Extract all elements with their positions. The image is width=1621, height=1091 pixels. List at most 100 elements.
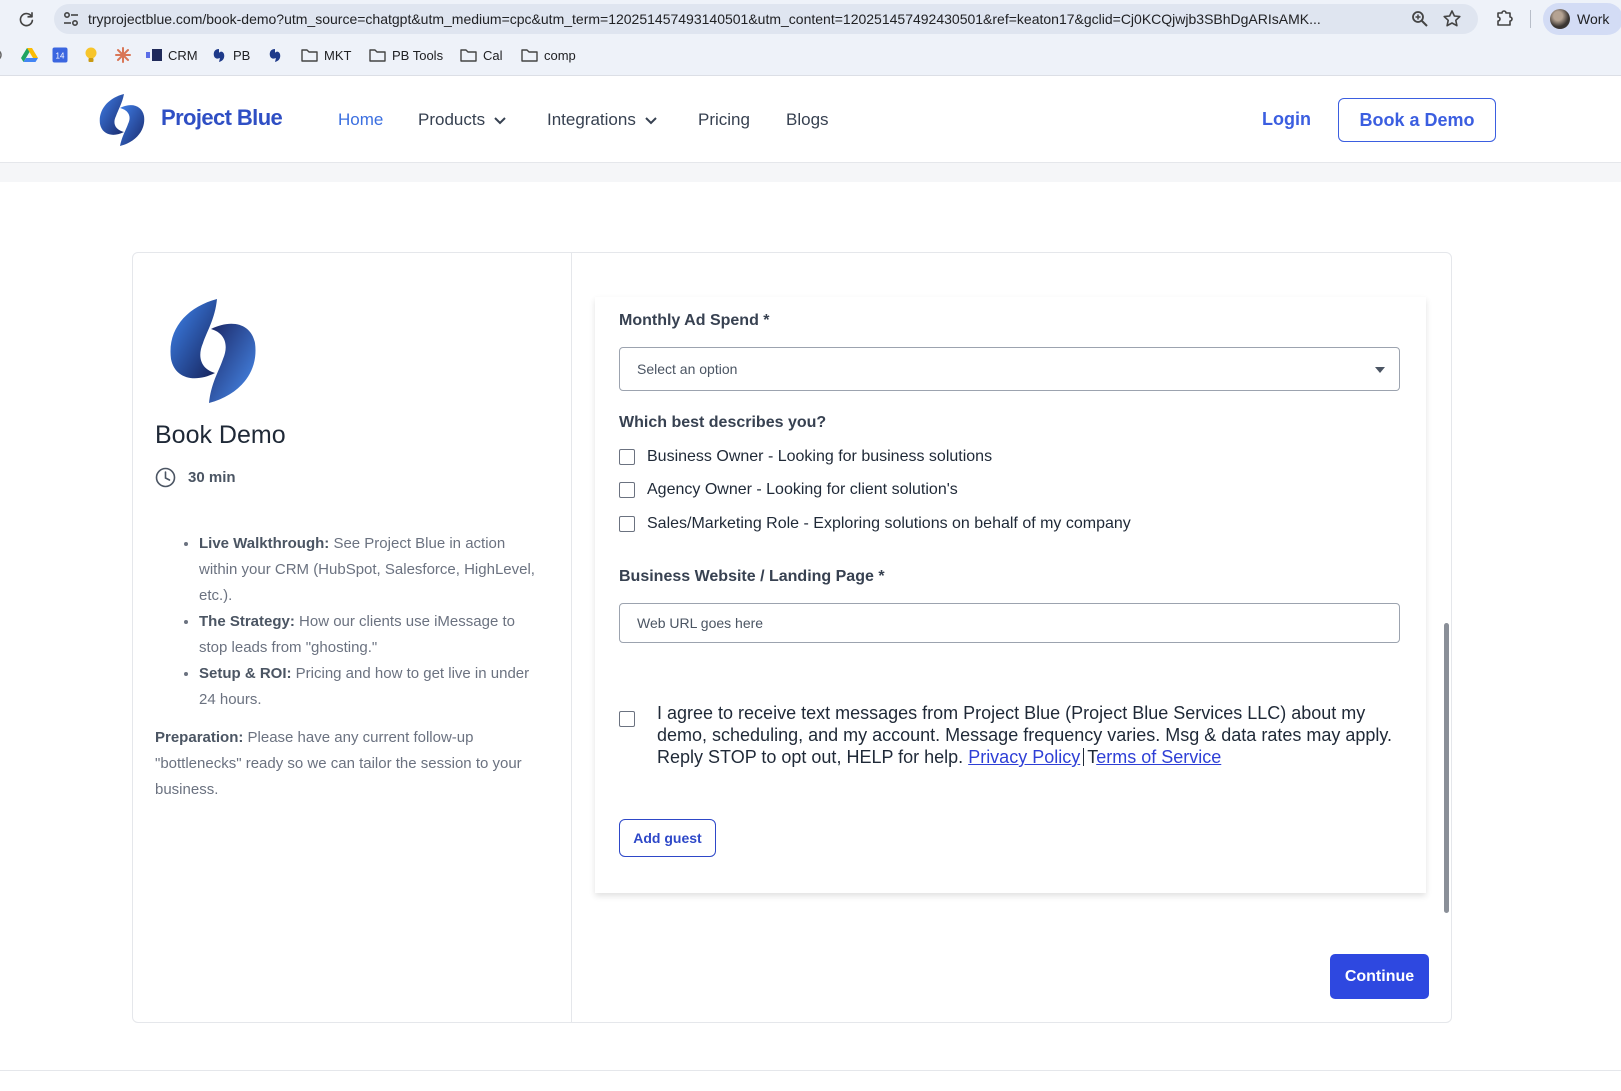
option-label: Agency Owner - Looking for client soluti… [647, 481, 958, 498]
bullet-heading: Setup & ROI: [199, 665, 292, 682]
url-text[interactable]: tryprojectblue.com/book-demo?utm_source=… [88, 11, 1378, 27]
booking-card: Book Demo 30 min Live Walkthrough: See P… [132, 252, 1452, 1023]
terms-of-service-link[interactable]: erms of Service [1096, 747, 1221, 767]
calendar-day: 14 [56, 52, 65, 61]
continue-button[interactable]: Continue [1330, 954, 1429, 999]
toolbar-divider [1530, 10, 1531, 28]
checkbox[interactable] [619, 516, 635, 532]
terms-prefix: T [1087, 747, 1097, 767]
checkbox[interactable] [619, 482, 635, 498]
site-settings-icon[interactable] [62, 10, 80, 28]
list-item: Setup & ROI: Pricing and how to get live… [199, 661, 537, 713]
booking-form: Monthly Ad Spend * Select an option Whic… [595, 297, 1426, 893]
project-blue-icon [213, 48, 225, 62]
folder-icon [369, 49, 386, 62]
bookmark-pb[interactable]: PB [212, 45, 250, 65]
bookmark-crm[interactable]: CRM [146, 45, 198, 65]
nav-label: Integrations [547, 110, 636, 129]
bookmark-folder-cal[interactable]: Cal [460, 45, 503, 65]
event-description-list: Live Walkthrough: See Project Blue in ac… [177, 531, 537, 713]
select-value: Select an option [637, 361, 738, 377]
claude-icon[interactable] [115, 45, 131, 65]
bookmark-label: PB Tools [392, 47, 444, 63]
nav-label: Home [338, 110, 384, 129]
event-details: Book Demo 30 min Live Walkthrough: See P… [133, 253, 572, 1022]
list-item: The Strategy: How our clients use iMessa… [199, 609, 537, 661]
caret-down-icon [1375, 367, 1385, 373]
project-blue-icon [269, 48, 281, 62]
extensions-icon[interactable] [1494, 7, 1516, 29]
nav-pricing[interactable]: Pricing [698, 110, 750, 130]
privacy-policy-link[interactable]: Privacy Policy [968, 747, 1080, 767]
address-bar[interactable]: tryprojectblue.com/book-demo?utm_source=… [54, 4, 1478, 34]
bookmark-label: Cal [483, 47, 503, 63]
describes-label: Which best describes you? [619, 414, 827, 431]
zoom-icon[interactable] [1411, 10, 1429, 28]
website-label: Business Website / Landing Page * [619, 568, 885, 585]
bookmark-partial-icon[interactable] [0, 45, 6, 65]
bookmarks-bar: 14 CRM PB MKT PB Tools Cal comp [0, 42, 1621, 68]
nav-label: Products [418, 110, 486, 129]
reload-icon[interactable] [14, 7, 38, 31]
google-drive-icon[interactable] [21, 45, 38, 65]
scrollbar[interactable] [1444, 623, 1449, 913]
brand-name[interactable]: Project Blue [161, 105, 283, 131]
event-duration: 30 min [155, 467, 236, 488]
folder-icon [460, 49, 477, 62]
bookmark-star-icon[interactable] [1442, 9, 1462, 29]
avatar [1550, 9, 1570, 29]
bookmark-label: MKT [324, 47, 352, 63]
header-band [0, 163, 1621, 182]
bookmark-folder-pb-tools[interactable]: PB Tools [369, 45, 443, 65]
nav-blogs[interactable]: Blogs [786, 110, 829, 130]
clock-icon [155, 467, 176, 488]
option-sales-marketing[interactable]: Sales/Marketing Role - Exploring solutio… [619, 515, 1131, 533]
bullet-heading: The Strategy: [199, 613, 295, 630]
bookmark-label: PB [233, 47, 251, 63]
event-title: Book Demo [155, 421, 286, 449]
option-label: Business Owner - Looking for business so… [647, 448, 993, 465]
ad-spend-label: Monthly Ad Spend * [619, 312, 770, 329]
nav-label: Blogs [786, 110, 829, 129]
project-blue-logo-icon[interactable] [94, 92, 150, 148]
crm-icon [146, 49, 162, 61]
text-cursor [1083, 748, 1085, 766]
add-guest-button[interactable]: Add guest [619, 819, 716, 857]
profile-label: Work [1577, 11, 1610, 27]
option-business-owner[interactable]: Business Owner - Looking for business so… [619, 448, 992, 466]
prep-heading: Preparation: [155, 729, 244, 746]
project-blue-logo-icon [170, 299, 256, 403]
nav-home[interactable]: Home [338, 110, 383, 130]
bookmark-label: CRM [168, 47, 198, 63]
list-item: Live Walkthrough: See Project Blue in ac… [199, 531, 537, 609]
profile-button[interactable]: Work [1543, 3, 1621, 35]
website-input[interactable] [619, 603, 1400, 643]
preparation-note: Preparation: Please have any current fol… [155, 725, 540, 803]
folder-icon [521, 49, 538, 62]
duration-text: 30 min [188, 469, 236, 486]
footer-divider [0, 1070, 1621, 1071]
folder-icon [301, 49, 318, 62]
nav-label: Pricing [698, 110, 750, 129]
bookmark-folder-mkt[interactable]: MKT [301, 45, 351, 65]
ad-spend-select[interactable]: Select an option [619, 347, 1400, 391]
lightbulb-icon[interactable] [84, 45, 98, 65]
chevron-down-icon [645, 116, 657, 124]
bookmark-label: comp [544, 47, 576, 63]
browser-chrome: tryprojectblue.com/book-demo?utm_source=… [0, 0, 1621, 76]
bookmark-pb-2[interactable] [268, 45, 283, 65]
nav-integrations[interactable]: Integrations [547, 110, 658, 130]
option-label: Sales/Marketing Role - Exploring solutio… [647, 515, 1131, 532]
login-link[interactable]: Login [1262, 109, 1311, 130]
nav-products[interactable]: Products [418, 110, 507, 130]
checkbox[interactable] [619, 449, 635, 465]
bookmark-folder-comp[interactable]: comp [521, 45, 576, 65]
option-agency-owner[interactable]: Agency Owner - Looking for client soluti… [619, 481, 958, 499]
chevron-down-icon [494, 116, 506, 124]
calendar-icon[interactable]: 14 [52, 45, 68, 65]
sms-consent-checkbox[interactable] [619, 711, 635, 727]
bullet-heading: Live Walkthrough: [199, 535, 330, 552]
book-demo-button[interactable]: Book a Demo [1338, 98, 1496, 142]
sms-consent-text: I agree to receive text messages from Pr… [657, 702, 1397, 768]
site-header: Project Blue Home Products Integrations … [0, 76, 1621, 163]
